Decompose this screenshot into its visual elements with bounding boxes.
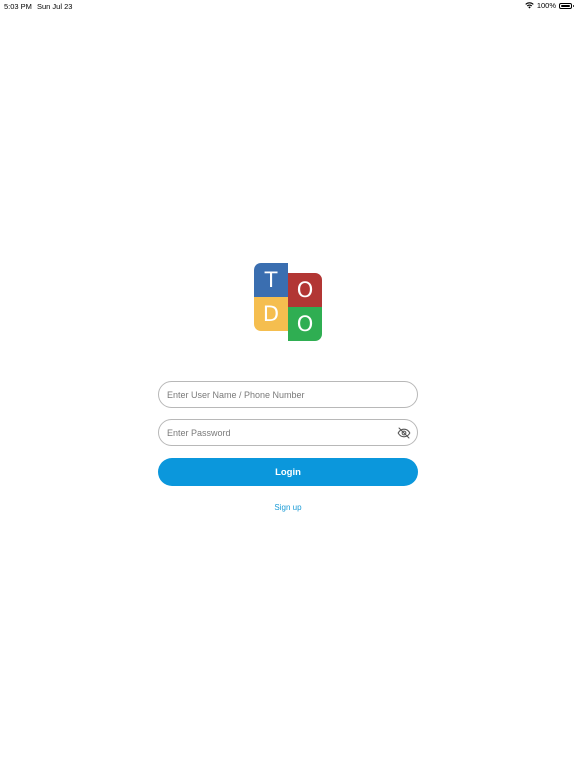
logo-tile-o-bottom: O (288, 307, 322, 341)
login-button[interactable]: Login (158, 458, 418, 486)
status-indicators: 100% (525, 1, 574, 10)
status-time: 5:03 PM (4, 2, 32, 11)
password-field-container (158, 419, 418, 446)
username-field-container (158, 381, 418, 408)
password-input[interactable] (159, 420, 417, 445)
signup-link[interactable]: Sign up (0, 503, 576, 512)
status-bar: 5:03 PM Sun Jul 23 100% (0, 0, 576, 12)
battery-percent: 100% (536, 1, 556, 10)
status-date: Sun Jul 23 (37, 2, 73, 11)
eye-off-icon[interactable] (397, 426, 411, 440)
username-input[interactable] (159, 382, 417, 407)
logo-tile-o-top: O (288, 273, 322, 307)
todo-logo: T O D O (254, 263, 322, 341)
wifi-icon (525, 2, 534, 9)
logo-tile-t: T (254, 263, 288, 297)
battery-icon (559, 2, 574, 9)
logo-tile-d: D (254, 297, 288, 331)
